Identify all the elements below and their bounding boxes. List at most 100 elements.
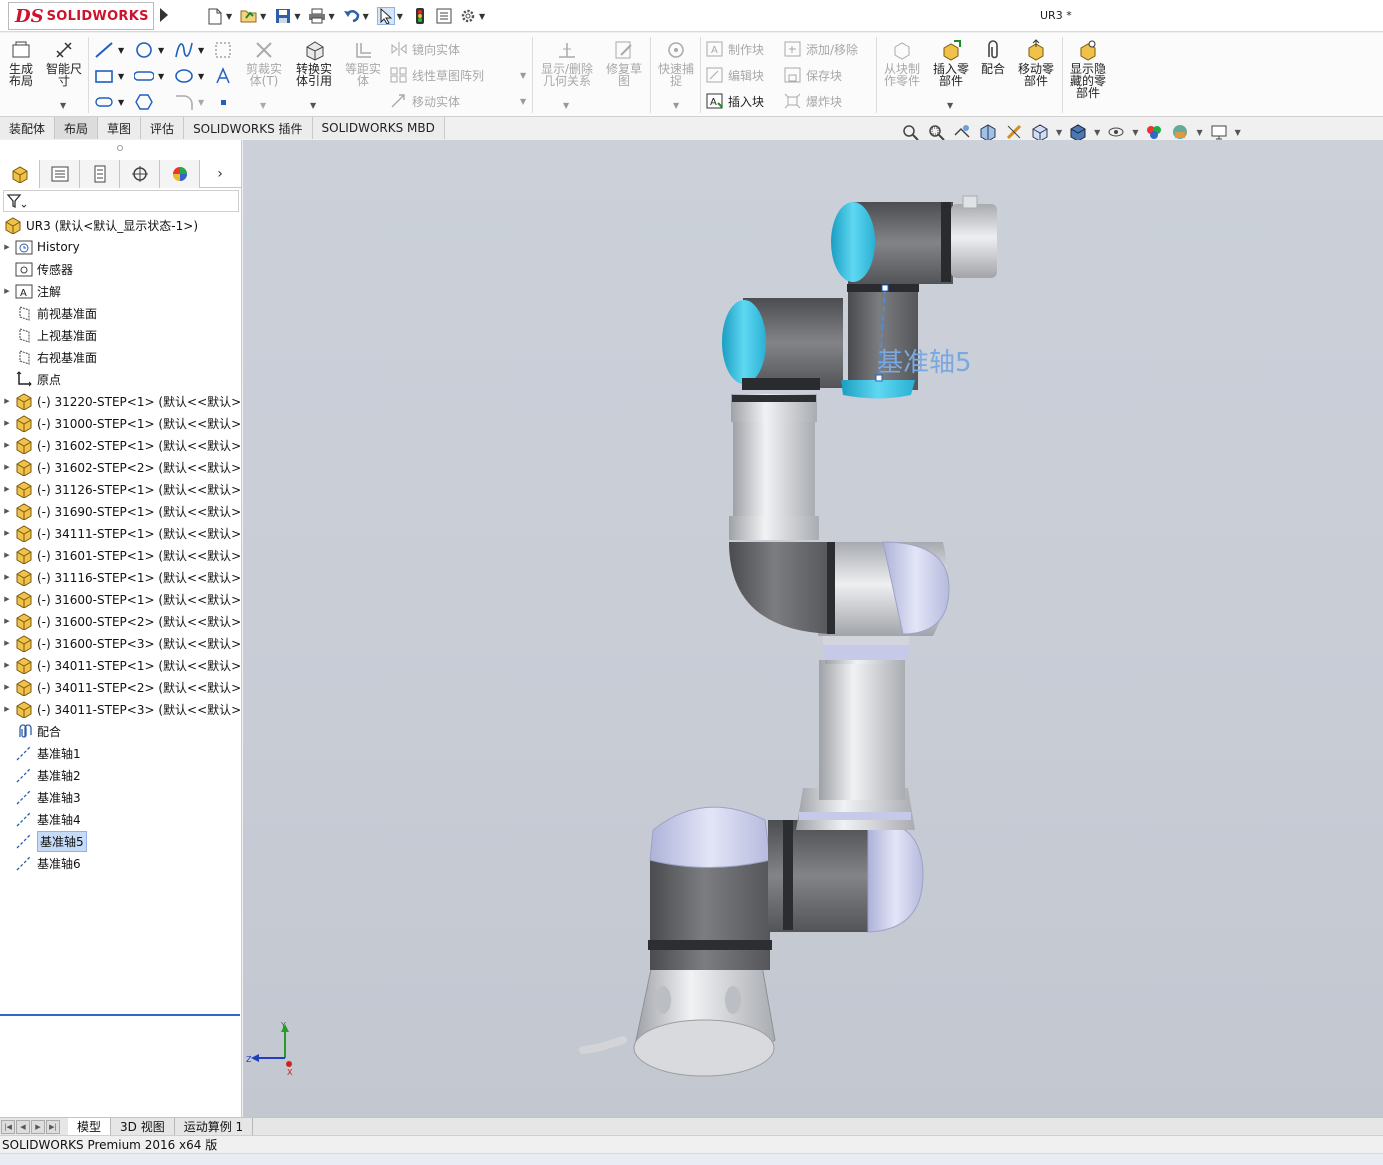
expand-arrow-icon[interactable]: ▶ <box>0 551 14 559</box>
trim-dropdown-icon[interactable]: ▼ <box>260 101 266 110</box>
select-dropdown-icon[interactable]: ▼ <box>397 12 403 21</box>
menu-expand-arrow-icon[interactable] <box>160 8 168 22</box>
convert-dropdown-icon[interactable]: ▼ <box>310 101 316 110</box>
panel-tabs-more-chevron-icon[interactable]: › <box>200 160 240 188</box>
edit-appearance-icon[interactable] <box>1144 122 1164 142</box>
show-delete-relations-button[interactable]: 显示/删除 几何关系 <box>538 39 596 87</box>
rectangle-tool[interactable]: ▼ <box>94 67 124 85</box>
edit-block-button[interactable]: 编辑块 <box>706 66 764 84</box>
mirror-entities-button[interactable]: 镜向实体 <box>390 40 460 58</box>
view-orientation-dropdown-icon[interactable]: ▼ <box>1056 128 1062 137</box>
snaps-dropdown-icon[interactable]: ▼ <box>673 101 679 110</box>
fillet-tool[interactable]: ▼ <box>174 93 204 111</box>
tree-item[interactable]: ▶ (-) 31601-STEP<1> (默认<<默认> <box>0 544 242 566</box>
tree-item[interactable]: ▶ (-) 34111-STEP<1> (默认<<默认> <box>0 522 242 544</box>
display-style-icon[interactable] <box>1068 122 1088 142</box>
insert-components-button[interactable]: 插入零 部件 <box>930 39 972 87</box>
move-component-button[interactable]: 移动零 部件 <box>1014 39 1058 87</box>
new-document-icon[interactable] <box>206 7 224 25</box>
tab-motion-study[interactable]: 运动算例 1 <box>175 1118 254 1135</box>
feature-manager-tab-icon[interactable] <box>0 160 40 188</box>
view-settings-monitor-icon[interactable] <box>1209 122 1229 142</box>
smart-dimension-button[interactable]: 智能尺 寸 <box>42 39 86 87</box>
pattern-dropdown-icon[interactable]: ▼ <box>520 71 526 80</box>
hide-show-dropdown-icon[interactable]: ▼ <box>1132 128 1138 137</box>
expand-arrow-icon[interactable]: ▶ <box>0 595 14 603</box>
zoom-to-area-icon[interactable] <box>926 122 946 142</box>
tree-item[interactable]: ▶ (-) 34011-STEP<3> (默认<<默认> <box>0 698 242 720</box>
tree-item[interactable]: ▶ (-) 31602-STEP<2> (默认<<默认> <box>0 456 242 478</box>
select-cursor-icon[interactable] <box>376 7 395 25</box>
tree-item[interactable]: 前视基准面 <box>0 302 242 324</box>
polygon-tool[interactable] <box>134 93 154 111</box>
hide-show-items-icon[interactable] <box>1106 122 1126 142</box>
robot-arm-model[interactable]: Y Z X <box>243 140 1383 1117</box>
open-dropdown-icon[interactable]: ▼ <box>260 12 266 21</box>
tree-item[interactable]: ▶ (-) 31220-STEP<1> (默认<<默认> <box>0 390 242 412</box>
expand-arrow-icon[interactable]: ▶ <box>0 463 14 471</box>
tree-item[interactable]: ▶ (-) 31126-STEP<1> (默认<<默认> <box>0 478 242 500</box>
tree-item[interactable]: ▶ (-) 34011-STEP<1> (默认<<默认> <box>0 654 242 676</box>
smart-dimension-dropdown-icon[interactable]: ▼ <box>60 101 66 110</box>
tab-model[interactable]: 模型 <box>68 1118 112 1135</box>
generate-layout-button[interactable]: 生成 布局 <box>6 39 36 87</box>
file-properties-icon[interactable] <box>435 7 453 25</box>
expand-arrow-icon[interactable]: ▶ <box>0 419 14 427</box>
convert-entities-button[interactable]: 转换实 体引用 <box>292 39 336 87</box>
expand-arrow-icon[interactable]: ▶ <box>0 639 14 647</box>
show-hidden-components-button[interactable]: 显示隐 藏的零 部件 <box>1066 39 1110 99</box>
view-settings-dropdown-icon[interactable]: ▼ <box>1235 128 1241 137</box>
apply-scene-dropdown-icon[interactable]: ▼ <box>1196 128 1202 137</box>
tree-item[interactable]: ▶ (-) 31600-STEP<3> (默认<<默认> <box>0 632 242 654</box>
tree-item[interactable]: ▶ (-) 31602-STEP<1> (默认<<默认> <box>0 434 242 456</box>
tree-item[interactable]: ▶ (-) 31600-STEP<1> (默认<<默认> <box>0 588 242 610</box>
expand-arrow-icon[interactable]: ▶ <box>0 573 14 581</box>
previous-view-icon[interactable] <box>952 122 972 142</box>
spline-tool[interactable]: ▼ <box>174 41 204 59</box>
tree-item[interactable]: ▶ (-) 31690-STEP<1> (默认<<默认> <box>0 500 242 522</box>
tree-item[interactable]: 基准轴4 <box>0 808 242 830</box>
tab-solidworks-mbd[interactable]: SOLIDWORKS MBD <box>312 117 445 139</box>
tree-item[interactable]: ▶ (-) 31600-STEP<2> (默认<<默认> <box>0 610 242 632</box>
line-tool[interactable]: ▼ <box>94 41 124 59</box>
expand-arrow-icon[interactable]: ▶ <box>0 529 14 537</box>
graphics-viewport[interactable]: Y Z X 基准轴5 <box>243 140 1383 1117</box>
property-manager-tab-icon[interactable] <box>40 160 80 188</box>
circle-tool[interactable]: ▼ <box>134 41 164 59</box>
tree-item[interactable]: 基准轴3 <box>0 786 242 808</box>
tree-root-assembly[interactable]: UR3 (默认<默认_显示状态-1>) <box>0 214 242 236</box>
tree-item[interactable]: ▶ (-) 34011-STEP<2> (默认<<默认> <box>0 676 242 698</box>
dimxpert-manager-tab-icon[interactable] <box>120 160 160 188</box>
save-dropdown-icon[interactable]: ▼ <box>294 12 300 21</box>
configuration-manager-tab-icon[interactable] <box>80 160 120 188</box>
prev-tab-arrow-icon[interactable]: ◀ <box>16 1119 30 1134</box>
straight-slot-tool[interactable]: ▼ <box>94 93 124 111</box>
save-block-button[interactable]: 保存块 <box>784 66 842 84</box>
axis-handle-top[interactable] <box>881 284 889 292</box>
print-dropdown-icon[interactable]: ▼ <box>328 12 334 21</box>
tree-item[interactable]: ▶ History <box>0 236 242 258</box>
tab-layout[interactable]: 布局 <box>55 117 99 139</box>
view-orientation-icon[interactable] <box>1030 122 1050 142</box>
tree-item[interactable]: 基准轴2 <box>0 764 242 786</box>
expand-arrow-icon[interactable]: ▶ <box>0 287 14 295</box>
slot-tool[interactable]: ▼ <box>134 67 164 85</box>
tab-evaluate[interactable]: 评估 <box>141 117 185 139</box>
display-style-dropdown-icon[interactable]: ▼ <box>1094 128 1100 137</box>
tree-item[interactable]: 配合 <box>0 720 242 742</box>
tree-item[interactable]: 传感器 <box>0 258 242 280</box>
linear-sketch-pattern-button[interactable]: 线性草图阵列 <box>390 66 484 84</box>
add-remove-button[interactable]: 添加/移除 <box>784 40 858 58</box>
first-tab-arrow-icon[interactable]: |◀ <box>1 1119 15 1134</box>
expand-arrow-icon[interactable]: ▶ <box>0 617 14 625</box>
reference-axis-label[interactable]: 基准轴5 <box>877 342 972 379</box>
save-icon[interactable] <box>274 7 292 25</box>
point-tool[interactable] <box>218 93 230 111</box>
tree-rollback-bar[interactable] <box>0 1014 240 1016</box>
ellipse-tool[interactable]: ▼ <box>174 67 204 85</box>
expand-arrow-icon[interactable]: ▶ <box>0 661 14 669</box>
offset-entities-button[interactable]: 等距实 体 <box>342 39 384 87</box>
tree-item[interactable]: 右视基准面 <box>0 346 242 368</box>
tree-item[interactable]: 基准轴5 <box>0 830 242 852</box>
rebuild-traffic-light-icon[interactable] <box>411 7 429 25</box>
